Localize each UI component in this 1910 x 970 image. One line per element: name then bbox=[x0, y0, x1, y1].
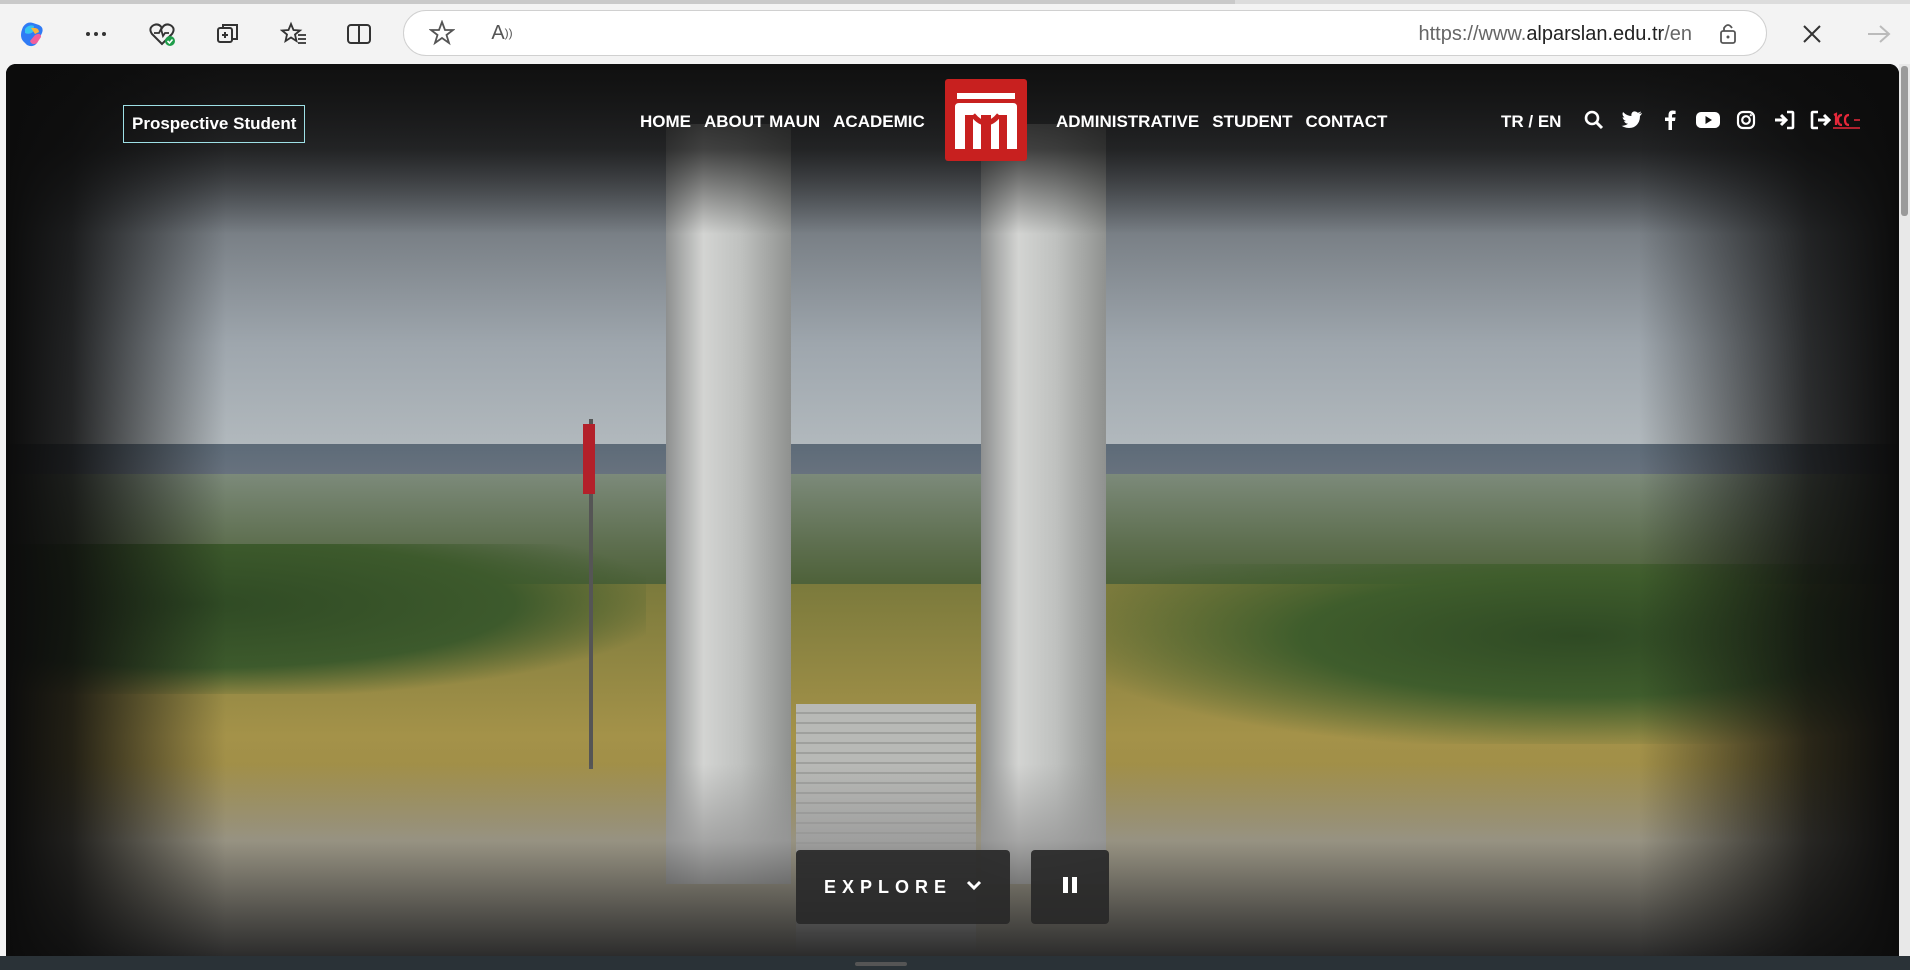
favorite-star-icon[interactable] bbox=[424, 15, 460, 51]
browser-toolbar: A)) https://www.alparslan.edu.tr/en bbox=[0, 0, 1910, 70]
close-icon[interactable] bbox=[1794, 16, 1830, 52]
main-nav-right: ADMINISTRATIVE STUDENT CONTACT bbox=[1056, 112, 1387, 132]
address-bar[interactable]: A)) https://www.alparslan.edu.tr/en bbox=[403, 10, 1767, 56]
forward-icon[interactable] bbox=[1861, 16, 1897, 52]
facebook-icon[interactable] bbox=[1658, 108, 1682, 132]
explore-label: EXPLORE bbox=[823, 876, 953, 897]
pause-video-button[interactable] bbox=[1031, 850, 1109, 924]
favorites-icon[interactable] bbox=[276, 16, 312, 52]
flag bbox=[583, 424, 595, 494]
main-nav-left: HOME ABOUT MAUN ACADEMIC bbox=[640, 112, 925, 132]
twitter-icon[interactable] bbox=[1620, 108, 1644, 132]
pause-icon bbox=[1062, 876, 1078, 899]
nav-student[interactable]: STUDENT bbox=[1212, 112, 1292, 132]
copilot-icon[interactable] bbox=[14, 16, 50, 52]
lock-icon[interactable] bbox=[1710, 15, 1746, 51]
nav-contact[interactable]: CONTACT bbox=[1306, 112, 1388, 132]
more-icon[interactable] bbox=[78, 16, 114, 52]
page-viewport: Prospective Student HOME ABOUT MAUN ACAD… bbox=[6, 64, 1899, 956]
login-icon[interactable] bbox=[1772, 108, 1796, 132]
scrollbar-thumb[interactable] bbox=[1901, 66, 1908, 216]
search-icon[interactable] bbox=[1582, 108, 1606, 132]
read-aloud-icon[interactable]: A)) bbox=[484, 15, 520, 51]
nav-administrative[interactable]: ADMINISTRATIVE bbox=[1056, 112, 1199, 132]
collections-icon[interactable] bbox=[210, 16, 246, 52]
youtube-icon[interactable] bbox=[1696, 108, 1720, 132]
nav-home[interactable]: HOME bbox=[640, 112, 691, 132]
bottom-bar bbox=[0, 956, 1910, 970]
nav-academic[interactable]: ACADEMIC bbox=[833, 112, 925, 132]
health-icon[interactable] bbox=[144, 16, 180, 52]
prospective-student-button[interactable]: Prospective Student bbox=[123, 105, 306, 143]
page-scrollbar[interactable] bbox=[1899, 64, 1910, 956]
instagram-icon[interactable] bbox=[1734, 108, 1758, 132]
split-screen-icon[interactable] bbox=[341, 16, 377, 52]
hero-image bbox=[6, 64, 1899, 956]
nav-about-maun[interactable]: ABOUT MAUN bbox=[704, 112, 820, 132]
language-switch[interactable]: TR / EN bbox=[1501, 112, 1561, 132]
logout-icon[interactable] bbox=[1810, 108, 1866, 132]
url-text[interactable]: https://www.alparslan.edu.tr/en bbox=[1419, 23, 1693, 46]
chevron-down-icon bbox=[966, 878, 982, 896]
explore-button[interactable]: EXPLORE bbox=[796, 850, 1010, 924]
header-icons bbox=[1582, 108, 1866, 132]
university-logo[interactable] bbox=[945, 79, 1027, 161]
tab-strip bbox=[0, 0, 1910, 4]
